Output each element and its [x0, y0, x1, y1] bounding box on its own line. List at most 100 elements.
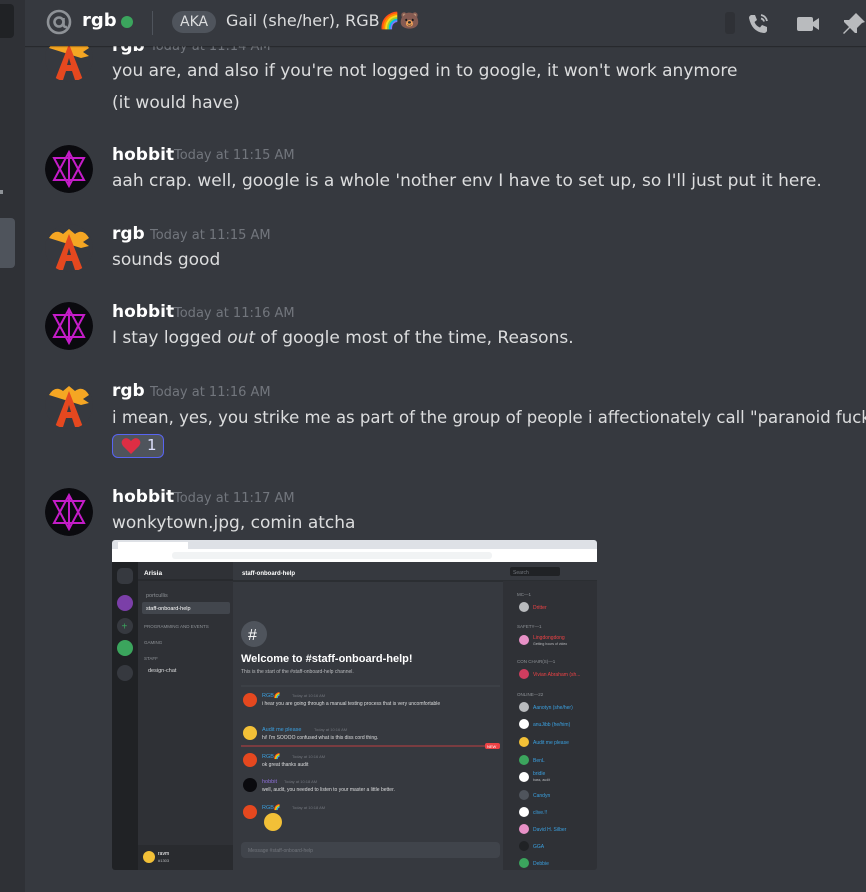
mini-member-avatar[interactable] [519, 755, 529, 765]
mini-user-name: ravm [158, 851, 169, 857]
mini-member-section: MC—1 [517, 592, 531, 597]
video-icon[interactable] [795, 11, 821, 37]
mini-msg-time: Today at 10:18 AM [292, 805, 325, 810]
mini-avatar-rgb[interactable] [243, 693, 257, 707]
mini-avatar-audit[interactable] [243, 726, 257, 740]
mini-channel-design-chat[interactable]: design-chat [148, 668, 177, 674]
message-text: sounds good [112, 250, 221, 270]
mini-msg-author[interactable]: Audit me please [262, 727, 301, 733]
at-icon [46, 9, 72, 35]
mini-msg-author[interactable]: RGB🌈 [262, 691, 281, 699]
mini-server-arisia-icon[interactable] [117, 595, 133, 611]
heart-icon [121, 438, 141, 454]
mini-explore-icon[interactable] [117, 640, 133, 656]
mini-category[interactable]: STAFF [144, 656, 158, 661]
mini-msg-author[interactable]: hobbit [262, 779, 277, 785]
mini-category[interactable]: PROGRAMMING AND EVENTS [144, 624, 209, 629]
message-author[interactable]: hobbit [112, 145, 174, 165]
mini-welcome-sub: This is the start of the #staff-onboard-… [241, 669, 354, 675]
mini-msg-author[interactable]: RGB🌈 [262, 752, 281, 760]
mini-server-name[interactable]: Arisia [144, 570, 162, 577]
message-text: (it would have) [112, 93, 240, 113]
left-sidebar-edge [0, 0, 25, 892]
mini-member-name[interactable]: David H. Silber [533, 827, 567, 833]
mini-input-placeholder: Message #staff-onboard-help [248, 848, 313, 854]
mini-member-avatar[interactable] [519, 702, 529, 712]
mini-discord-home-icon[interactable] [117, 568, 133, 584]
mini-avatar-rgb[interactable] [243, 805, 257, 819]
message-author[interactable]: hobbit [112, 302, 174, 322]
mini-user-avatar[interactable] [143, 851, 155, 863]
message-author[interactable]: hobbit [112, 487, 174, 507]
user-avatar-rgb[interactable] [45, 224, 93, 272]
mini-member-avatar[interactable] [519, 635, 529, 645]
mini-channel-title: staff-onboard-help [242, 571, 295, 577]
header-spacer [725, 12, 735, 34]
mini-member-name[interactable]: Audit me please [533, 740, 569, 746]
mini-member-name[interactable]: Candyn [533, 793, 550, 799]
mini-hash-glyph: # [248, 627, 257, 644]
message-timestamp: Today at 11:15 AM [150, 228, 271, 243]
mini-member-name[interactable]: Dritter [533, 605, 547, 611]
mini-channel-portcullis[interactable]: portcullis [146, 593, 168, 599]
mini-member-name[interactable]: clive.!! [533, 810, 547, 816]
mini-member-avatar[interactable] [519, 772, 529, 782]
message-hobbit-3: hobbit Today at 11:17 AM wonkytown.jpg, … [25, 485, 866, 545]
mini-member-status: bass, audit [533, 778, 550, 782]
mini-download-icon[interactable] [117, 665, 133, 681]
message-hobbit-1: hobbit Today at 11:15 AM aah crap. well,… [25, 140, 866, 200]
mini-member-name[interactable]: Lingdongdong [533, 635, 565, 641]
message-hobbit-2: hobbit Today at 11:16 AM I stay logged o… [25, 300, 866, 360]
browser-tab[interactable] [118, 542, 188, 549]
mini-avatar-hobbit[interactable] [243, 778, 257, 792]
message-timestamp: Today at 11:15 AM [174, 148, 295, 163]
mini-member-avatar[interactable] [519, 602, 529, 612]
mini-member-name[interactable]: GGA [533, 844, 545, 850]
message-author[interactable]: rgb [112, 224, 145, 244]
mini-msg-time: Today at 10:18 AM [284, 779, 317, 784]
mini-avatar-rgb[interactable] [243, 753, 257, 767]
mini-member-name[interactable]: Aanotyn (she/her) [533, 705, 573, 711]
user-avatar-hobbit[interactable] [45, 488, 93, 536]
mini-new-badge: NEW [487, 744, 497, 749]
mini-user-tag: #1303 [158, 858, 170, 863]
mini-member-name[interactable]: anuJibb (he/him) [533, 722, 571, 728]
call-icon[interactable] [745, 11, 771, 37]
header-divider [152, 11, 153, 35]
mini-member-avatar[interactable] [519, 790, 529, 800]
dm-username[interactable]: rgb [82, 10, 117, 31]
message-text-part: of google most of the time, Reasons. [255, 328, 574, 348]
mini-channel-staff-onboard-help[interactable]: staff-onboard-help [146, 606, 191, 612]
mini-msg-time: Today at 10:16 AM [292, 693, 325, 698]
user-avatar-hobbit[interactable] [45, 302, 93, 350]
mini-category[interactable]: GAMING [144, 640, 163, 645]
user-avatar-rgb[interactable] [45, 381, 93, 429]
image-attachment[interactable]: + Arisia portcullis staff-onboard-help P… [112, 540, 597, 870]
mini-member-avatar[interactable] [519, 807, 529, 817]
mini-member-avatar[interactable] [519, 737, 529, 747]
mini-msg-author[interactable]: RGB🌈 [262, 803, 281, 811]
message-timestamp: Today at 11:17 AM [174, 491, 295, 506]
mini-member-avatar[interactable] [519, 824, 529, 834]
mini-member-name[interactable]: Vivian Abraham (sh... [533, 672, 580, 678]
message-rgb-2: rgb Today at 11:15 AM sounds good [25, 222, 866, 282]
message-text: you are, and also if you're not logged i… [112, 61, 738, 81]
server-icon-stub[interactable] [0, 4, 14, 38]
mini-msg-text: i hear you are going through a manual te… [262, 701, 440, 707]
mini-member-avatar[interactable] [519, 841, 529, 851]
mini-msg-time: Today at 10:16 AM [314, 727, 347, 732]
pin-icon[interactable] [841, 11, 866, 37]
mini-member-avatar[interactable] [519, 858, 529, 868]
message-author[interactable]: rgb [112, 381, 145, 401]
browser-url-field[interactable] [172, 552, 492, 559]
channel-header: rgb AKA Gail (she/her), RGB🌈🐻 [25, 0, 866, 46]
mini-member-name[interactable]: bridle [533, 771, 545, 777]
reaction-heart[interactable]: 1 [112, 434, 164, 458]
mini-member-avatar[interactable] [519, 669, 529, 679]
mini-member-name[interactable]: Debbie [533, 861, 549, 867]
mini-member-avatar[interactable] [519, 719, 529, 729]
selected-dm-stub[interactable] [0, 218, 15, 268]
user-avatar-hobbit[interactable] [45, 145, 93, 193]
mini-member-name[interactable]: BenL [533, 758, 545, 764]
mini-member-status: Getting hours of video [533, 642, 567, 646]
